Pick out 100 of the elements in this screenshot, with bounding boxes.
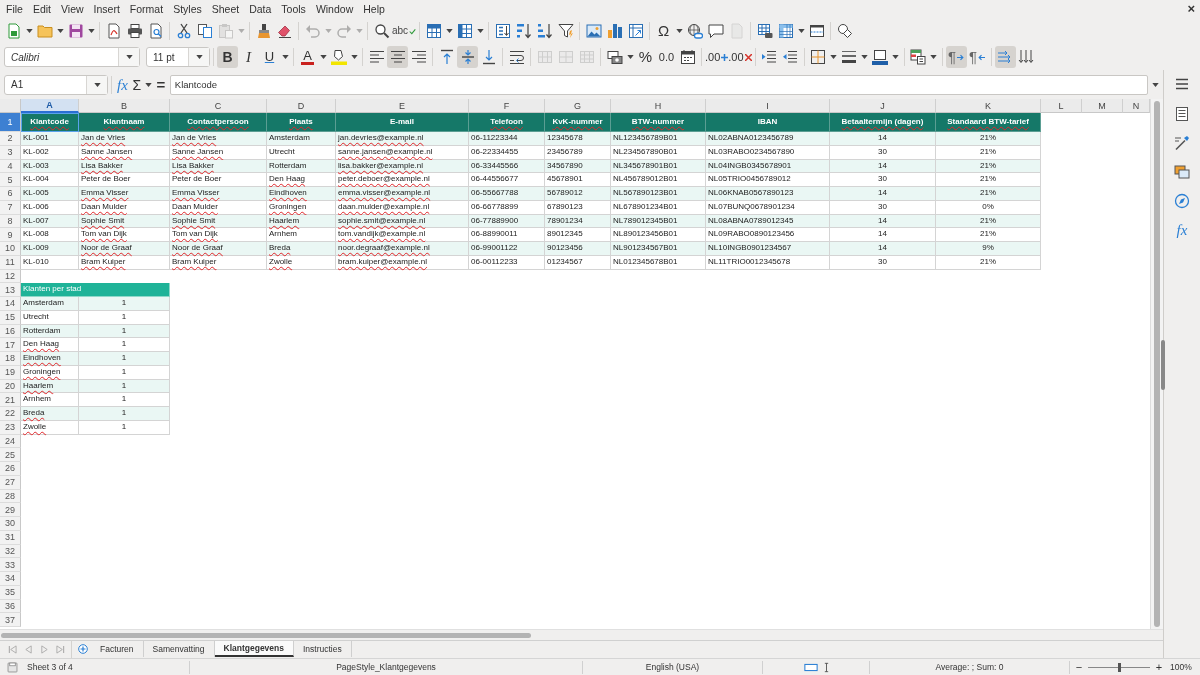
column-header[interactable]: E bbox=[336, 99, 469, 113]
dropdown-button[interactable] bbox=[188, 48, 209, 66]
table-cell: 1 bbox=[79, 310, 170, 325]
column-header[interactable]: L bbox=[1041, 99, 1082, 113]
row-header[interactable]: 14 bbox=[0, 297, 21, 311]
spelling-button[interactable]: abc bbox=[392, 20, 417, 42]
row-header[interactable]: 22 bbox=[0, 407, 21, 421]
row-header[interactable]: 10 bbox=[0, 242, 21, 256]
row-header[interactable]: 18 bbox=[0, 352, 21, 366]
menu-item[interactable]: Styles bbox=[168, 1, 207, 17]
column-header[interactable]: F bbox=[469, 99, 545, 113]
formula-button[interactable]: = bbox=[153, 73, 168, 96]
column-header[interactable]: H bbox=[611, 99, 706, 113]
menu-item[interactable]: Tools bbox=[276, 1, 311, 17]
center-vertically-button[interactable] bbox=[457, 46, 478, 68]
row-header[interactable]: 29 bbox=[0, 503, 21, 517]
special-character-button[interactable]: Ω bbox=[653, 20, 675, 42]
row-header[interactable]: 9 bbox=[0, 228, 21, 242]
bold-button[interactable]: B bbox=[217, 46, 238, 68]
menu-item[interactable]: File bbox=[1, 1, 28, 17]
table-cell: 1 bbox=[79, 407, 170, 421]
right-to-left-button[interactable]: ¶ bbox=[966, 46, 988, 68]
zoom-out-button[interactable]: − bbox=[1074, 661, 1084, 673]
column-header[interactable]: N bbox=[1123, 99, 1150, 113]
conditional-format-button[interactable] bbox=[907, 46, 929, 68]
menu-item[interactable]: Help bbox=[358, 1, 390, 17]
column-header[interactable]: C bbox=[170, 99, 267, 113]
dropdown-button[interactable] bbox=[86, 75, 107, 94]
name-box[interactable]: A1 bbox=[4, 74, 108, 95]
sheet-tab[interactable]: Facturen bbox=[91, 641, 144, 657]
sheet-tab[interactable]: Samenvatting bbox=[143, 641, 215, 657]
sum-button[interactable]: Σ bbox=[129, 73, 144, 96]
table-cell: Sophie Smit bbox=[79, 214, 170, 229]
function-wizard-button[interactable]: fx bbox=[115, 73, 130, 96]
caret-icon bbox=[930, 55, 938, 59]
print-preview-icon bbox=[147, 23, 164, 39]
row-header[interactable]: 33 bbox=[0, 558, 21, 572]
row-header[interactable]: 30 bbox=[0, 517, 21, 531]
column-heading: KvK-nummer bbox=[545, 113, 611, 132]
table-cell: Emma Visser bbox=[79, 187, 170, 201]
menu-item[interactable]: Edit bbox=[27, 1, 56, 17]
wrap-text-icon bbox=[508, 49, 525, 65]
sheet-tab[interactable]: Klantgegevens bbox=[214, 641, 294, 657]
menu-item[interactable]: Format bbox=[124, 1, 169, 17]
scrollbar-thumb[interactable] bbox=[1154, 101, 1160, 627]
formula-input[interactable]: Klantcode bbox=[169, 74, 1148, 95]
functions-button[interactable]: fx bbox=[1170, 219, 1194, 241]
align-center-button[interactable] bbox=[387, 46, 408, 68]
text-direction-button[interactable] bbox=[994, 46, 1016, 68]
column-heading: E-mail bbox=[336, 113, 469, 132]
menu-item[interactable]: Data bbox=[244, 1, 277, 17]
scrollbar-thumb[interactable] bbox=[1, 632, 531, 638]
menu-item[interactable]: Insert bbox=[88, 1, 125, 17]
slider-thumb[interactable] bbox=[1117, 662, 1121, 672]
menu-item[interactable]: View bbox=[56, 1, 89, 17]
font-color-button[interactable]: A bbox=[297, 46, 318, 68]
sheet-tab[interactable]: Instructies bbox=[294, 641, 352, 657]
caret-icon bbox=[195, 55, 203, 59]
column-header[interactable]: B bbox=[79, 99, 170, 113]
table-cell: Groningen bbox=[21, 365, 79, 380]
table-cell: NL123456789B01 bbox=[611, 132, 706, 146]
row-header[interactable]: 1 bbox=[0, 113, 21, 132]
column-header[interactable]: M bbox=[1082, 99, 1123, 113]
column-header[interactable]: K bbox=[936, 99, 1041, 113]
row-header[interactable]: 37 bbox=[0, 613, 21, 627]
add-decimal-button[interactable]: .00 bbox=[705, 46, 729, 68]
row-header[interactable]: 2 bbox=[0, 132, 21, 146]
underline-button[interactable]: U bbox=[259, 46, 280, 68]
row-header[interactable]: 13 bbox=[0, 283, 21, 297]
column-header[interactable]: I bbox=[706, 99, 830, 113]
menu-item[interactable]: Sheet bbox=[206, 1, 245, 17]
menu-item[interactable]: Window bbox=[310, 1, 359, 17]
table-cell: daan.mulder@example.nl bbox=[336, 200, 469, 215]
row-header[interactable]: 17 bbox=[0, 338, 21, 352]
table-cell: NL02ABNA0123456789 bbox=[706, 132, 830, 146]
row-header[interactable]: 6 bbox=[0, 187, 21, 201]
zoom-in-button[interactable]: + bbox=[1154, 661, 1164, 673]
caret-icon bbox=[675, 29, 683, 33]
close-button[interactable]: × bbox=[1187, 2, 1195, 16]
column-header[interactable]: D bbox=[267, 99, 336, 113]
row-header[interactable]: 5 bbox=[0, 173, 21, 187]
row-header[interactable]: 34 bbox=[0, 572, 21, 586]
font-size-field[interactable]: 11 pt bbox=[146, 47, 210, 67]
font-name-field[interactable]: Calibri bbox=[4, 47, 140, 67]
sidebar-handle[interactable] bbox=[1161, 340, 1165, 390]
add-sheet-button[interactable] bbox=[75, 642, 91, 656]
percent-format-button[interactable]: % bbox=[635, 46, 656, 68]
dropdown-button[interactable] bbox=[118, 48, 139, 66]
row-header[interactable]: 21 bbox=[0, 393, 21, 407]
column-header[interactable]: G bbox=[545, 99, 611, 113]
table-cell: 01234567 bbox=[545, 255, 611, 270]
number-format-button[interactable]: 0.0 bbox=[656, 46, 677, 68]
column-header[interactable]: A bbox=[21, 99, 79, 113]
italic-button[interactable]: I bbox=[238, 46, 259, 68]
delete-decimal-button[interactable]: .00 bbox=[728, 46, 752, 68]
row-header[interactable]: 26 bbox=[0, 462, 21, 476]
row-header[interactable]: 25 bbox=[0, 448, 21, 462]
column-header[interactable]: J bbox=[830, 99, 936, 113]
left-to-right-button[interactable]: ¶ bbox=[945, 46, 967, 68]
text-cursor-icon bbox=[823, 661, 829, 673]
